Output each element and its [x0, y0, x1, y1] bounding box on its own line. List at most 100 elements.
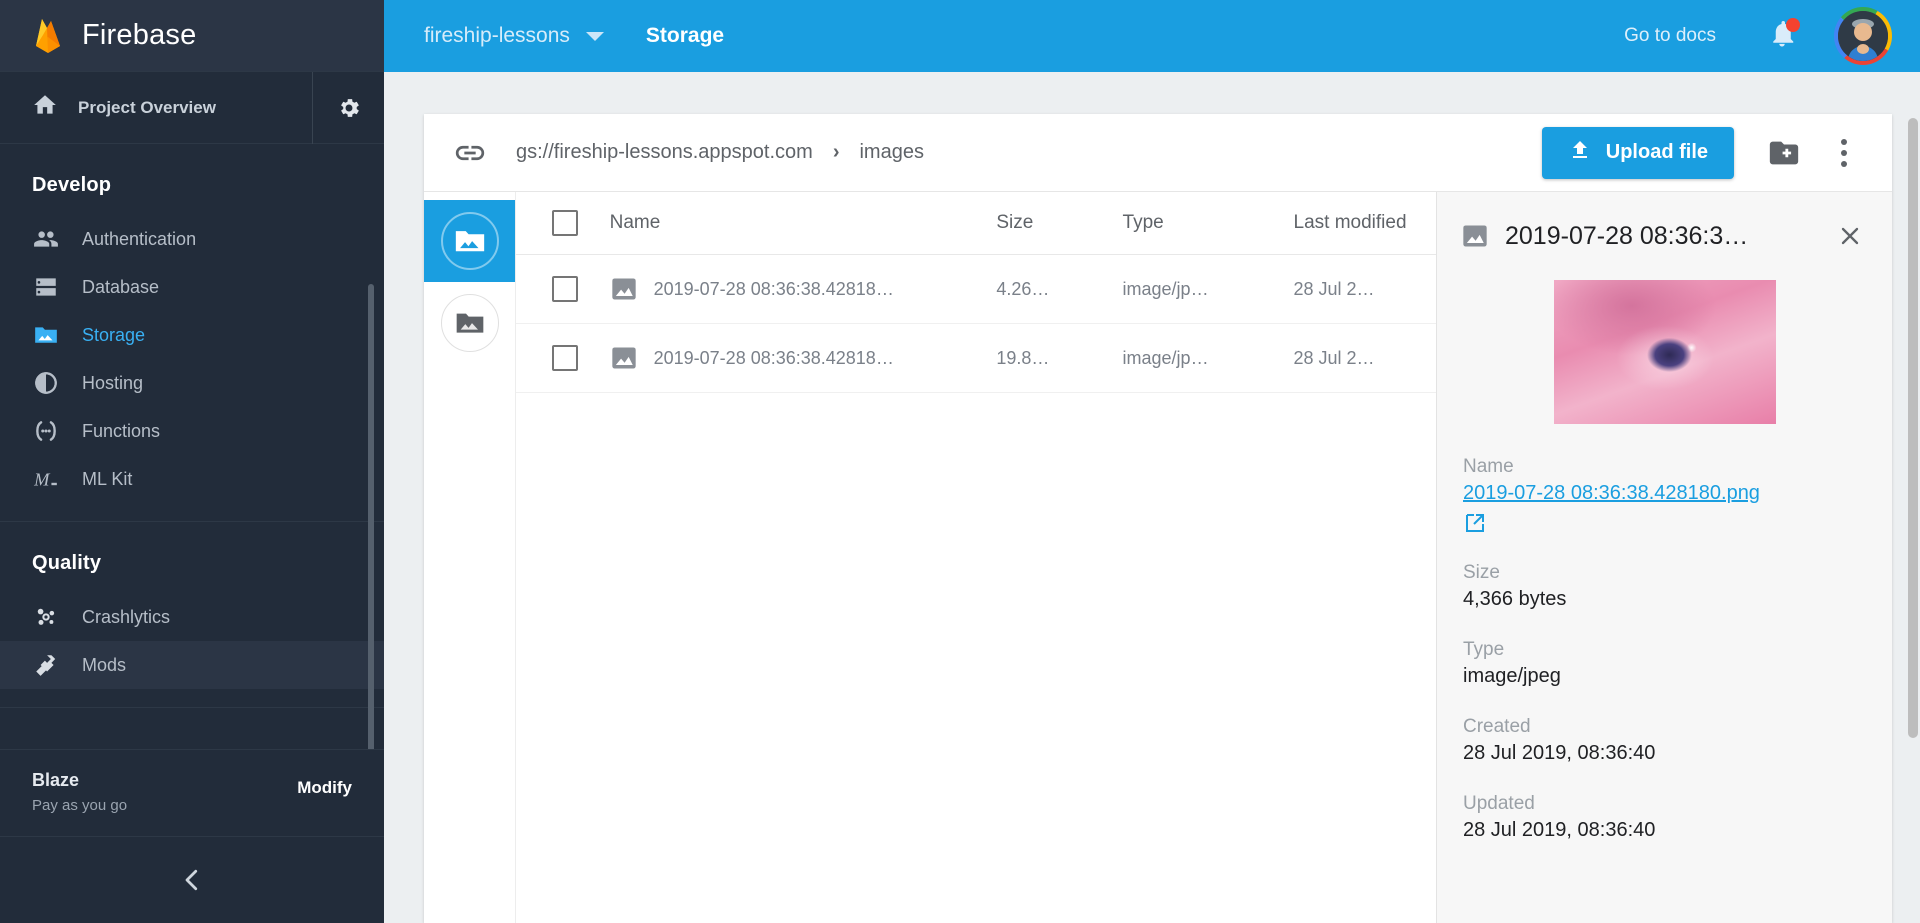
- table-row[interactable]: 2019-07-28 08:36:38.42818… 4.26… image/j…: [516, 255, 1436, 324]
- main-area: fireship-lessons Storage Go to docs: [384, 0, 1920, 923]
- globe-icon: [32, 369, 60, 397]
- storage-card: gs://fireship-lessons.appspot.com › imag…: [424, 114, 1892, 923]
- close-icon[interactable]: [1832, 218, 1868, 254]
- functions-brackets-icon: [32, 417, 60, 445]
- file-download-link[interactable]: 2019-07-28 08:36:38.428180.png: [1463, 482, 1866, 505]
- sidebar-item-authentication[interactable]: Authentication: [0, 215, 384, 263]
- sidebar-collapse-row: [0, 837, 384, 923]
- top-bar: fireship-lessons Storage Go to docs: [384, 0, 1920, 72]
- sidebar-scrollbar[interactable]: [368, 284, 374, 749]
- avatar[interactable]: [1834, 7, 1892, 65]
- plan-name: Blaze: [32, 770, 127, 791]
- meta-label-name: Name: [1463, 456, 1866, 478]
- card-body: Name Size Type Last modified: [424, 192, 1892, 923]
- database-icon: [32, 273, 60, 301]
- preview-wrapper: [1437, 272, 1892, 452]
- sidebar-item-storage[interactable]: Storage: [0, 311, 384, 359]
- brand-name: Firebase: [82, 19, 196, 52]
- file-name-text: 2019-07-28 08:36:38.42818…: [654, 348, 894, 369]
- sidebar: Firebase Project Overview Develop Authen…: [0, 0, 384, 923]
- sidebar-item-label: Authentication: [82, 229, 196, 250]
- file-table-body: 2019-07-28 08:36:38.42818… 4.26… image/j…: [516, 255, 1436, 393]
- page-scrollbar[interactable]: [1908, 118, 1918, 738]
- table-row[interactable]: 2019-07-28 08:36:38.42818… 19.8… image/j…: [516, 324, 1436, 393]
- notifications-button[interactable]: [1762, 16, 1802, 56]
- gear-icon[interactable]: [312, 72, 384, 144]
- cell-size: 19.8…: [996, 324, 1122, 393]
- new-folder-icon[interactable]: [1758, 127, 1810, 179]
- sidebar-nav: Develop Authentication Database: [0, 144, 384, 749]
- column-header-type[interactable]: Type: [1123, 192, 1294, 255]
- sidebar-item-label: Functions: [82, 421, 160, 442]
- meta-value-updated: 28 Jul 2019, 08:36:40: [1463, 819, 1866, 842]
- folder-image-icon: [441, 212, 499, 270]
- firebase-flame-icon: [32, 17, 64, 55]
- sidebar-item-hosting[interactable]: Hosting: [0, 359, 384, 407]
- sidebar-item-crashlytics[interactable]: Crashlytics: [0, 593, 384, 641]
- row-checkbox-cell: [516, 255, 610, 324]
- folder-rail: [424, 192, 516, 923]
- page-title: Storage: [646, 24, 724, 48]
- meta-value-created: 28 Jul 2019, 08:36:40: [1463, 742, 1866, 765]
- ml-kit-icon: M: [32, 465, 60, 493]
- sidebar-item-label: Storage: [82, 325, 145, 346]
- breadcrumb-bucket[interactable]: gs://fireship-lessons.appspot.com: [516, 141, 813, 164]
- sidebar-item-mods[interactable]: Mods: [0, 641, 384, 689]
- select-all-header: [516, 192, 610, 255]
- cell-type: image/jp…: [1123, 255, 1294, 324]
- image-file-icon: [610, 344, 638, 372]
- modify-plan-button[interactable]: Modify: [297, 770, 352, 798]
- billing-plan-row: Blaze Pay as you go Modify: [0, 749, 384, 837]
- row-checkbox[interactable]: [552, 345, 578, 371]
- image-file-icon: [610, 275, 638, 303]
- rail-item-images-selected[interactable]: [424, 200, 515, 282]
- column-header-last-modified[interactable]: Last modified: [1294, 192, 1437, 255]
- rail-item-folder[interactable]: [424, 282, 515, 364]
- go-to-docs-link[interactable]: Go to docs: [1624, 25, 1716, 47]
- row-checkbox[interactable]: [552, 276, 578, 302]
- more-vertical-icon[interactable]: [1822, 127, 1866, 179]
- storage-toolbar: gs://fireship-lessons.appspot.com › imag…: [424, 114, 1892, 192]
- cell-size: 4.26…: [996, 255, 1122, 324]
- content-wrapper: gs://fireship-lessons.appspot.com › imag…: [384, 72, 1920, 923]
- column-header-size[interactable]: Size: [996, 192, 1122, 255]
- sidebar-item-functions[interactable]: Functions: [0, 407, 384, 455]
- chevron-left-icon[interactable]: [168, 856, 216, 904]
- select-all-checkbox[interactable]: [552, 210, 578, 236]
- file-table-head: Name Size Type Last modified: [516, 192, 1436, 255]
- sidebar-item-ml-kit[interactable]: M ML Kit: [0, 455, 384, 503]
- file-table-area: Name Size Type Last modified: [516, 192, 1436, 923]
- details-header: 2019-07-28 08:36:3…: [1437, 192, 1892, 272]
- upload-file-button[interactable]: Upload file: [1542, 127, 1734, 179]
- cell-type: image/jp…: [1123, 324, 1294, 393]
- link-icon[interactable]: [424, 136, 516, 170]
- firebase-console: Firebase Project Overview Develop Authen…: [0, 0, 1920, 923]
- plan-subtitle: Pay as you go: [32, 797, 127, 814]
- breadcrumb-folder[interactable]: images: [859, 141, 923, 164]
- user-avatar-photo: [1838, 11, 1888, 61]
- svg-text:M: M: [33, 470, 51, 490]
- meta-label-created: Created: [1463, 716, 1866, 738]
- column-header-name[interactable]: Name: [610, 192, 997, 255]
- open-in-new-icon[interactable]: [1463, 511, 1487, 540]
- sidebar-item-label: ML Kit: [82, 469, 132, 490]
- project-selector[interactable]: fireship-lessons: [424, 24, 604, 48]
- crashlytics-icon: [32, 603, 60, 631]
- file-name-text: 2019-07-28 08:36:38.42818…: [654, 279, 894, 300]
- sidebar-item-label: Crashlytics: [82, 607, 170, 628]
- meta-value-type: image/jpeg: [1463, 665, 1866, 688]
- sidebar-item-project-overview[interactable]: Project Overview: [0, 72, 384, 144]
- cell-last-modified: 28 Jul 2…: [1294, 324, 1437, 393]
- breadcrumb: gs://fireship-lessons.appspot.com › imag…: [516, 141, 1542, 164]
- cell-name: 2019-07-28 08:36:38.42818…: [610, 324, 997, 393]
- people-icon: [32, 225, 60, 253]
- file-table: Name Size Type Last modified: [516, 192, 1436, 393]
- meta-value-size: 4,366 bytes: [1463, 588, 1866, 611]
- folder-image-icon: [441, 294, 499, 352]
- project-overview-label: Project Overview: [78, 98, 292, 118]
- brand-header[interactable]: Firebase: [0, 0, 384, 72]
- project-name: fireship-lessons: [424, 24, 570, 48]
- meta-label-updated: Updated: [1463, 793, 1866, 815]
- sidebar-item-database[interactable]: Database: [0, 263, 384, 311]
- sidebar-section-quality: Quality Crashlytics Mods: [0, 522, 384, 708]
